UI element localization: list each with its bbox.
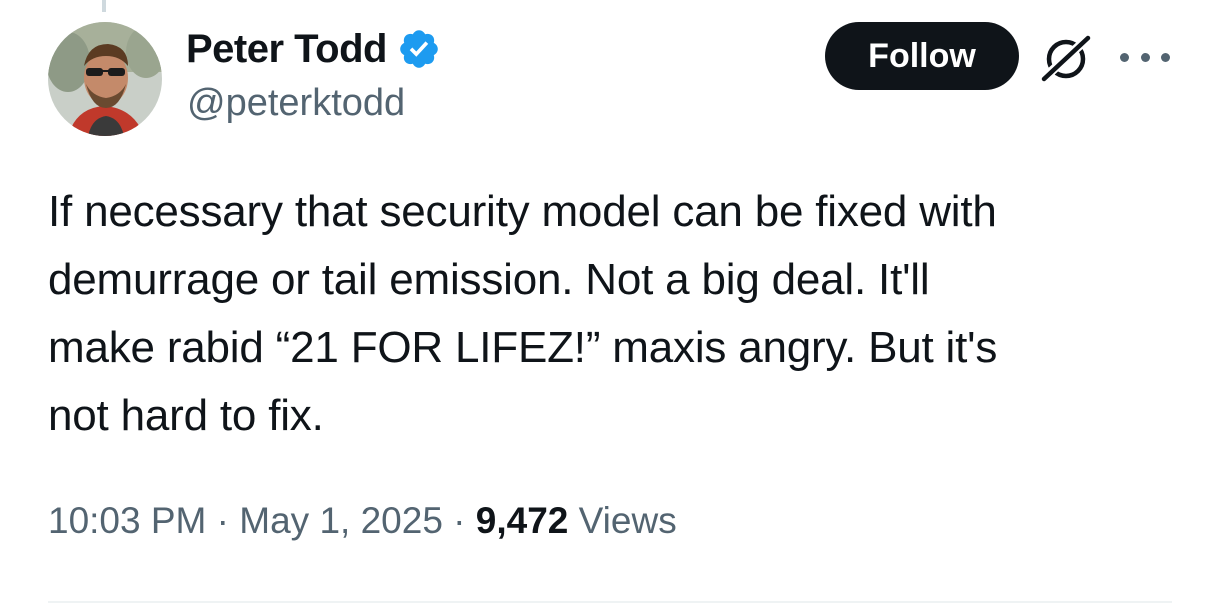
verified-badge-icon [400, 30, 438, 68]
tweet-text: If necessary that security model can be … [48, 178, 1178, 450]
tweet-timestamp-link[interactable]: 10:03 PM · May 1, 2025 [48, 500, 443, 541]
more-options-icon[interactable] [1120, 38, 1170, 76]
dot-icon [1120, 52, 1129, 62]
dot-icon [1161, 52, 1170, 62]
author-display-name[interactable]: Peter Todd [186, 27, 387, 72]
follow-button[interactable]: Follow [825, 22, 1019, 90]
meta-separator: · [206, 500, 240, 541]
tweet-date: May 1, 2025 [239, 500, 443, 541]
tweet-text-line: demurrage or tail emission. Not a big de… [48, 255, 930, 304]
avatar-photo [48, 22, 162, 136]
tweet-time: 10:03 PM [48, 500, 207, 541]
author-name-row: Peter Todd [186, 24, 441, 74]
grok-icon[interactable] [1036, 30, 1096, 86]
thread-connector-line [102, 0, 106, 12]
tweet-text-line: not hard to fix. [48, 391, 324, 440]
tweet-text-line: If necessary that security model can be … [48, 187, 997, 236]
views-label: Views [568, 500, 677, 541]
meta-separator: · [442, 500, 476, 541]
dot-icon [1140, 52, 1150, 62]
divider [48, 601, 1172, 603]
avatar[interactable] [48, 22, 162, 136]
tweet-meta: 10:03 PM · May 1, 2025 · 9,472 Views [48, 500, 677, 542]
author-handle[interactable]: @peterktodd [187, 82, 405, 125]
views-count: 9,472 [475, 500, 569, 541]
tweet-text-line: make rabid “21 FOR LIFEZ!” maxis angry. … [48, 323, 998, 372]
